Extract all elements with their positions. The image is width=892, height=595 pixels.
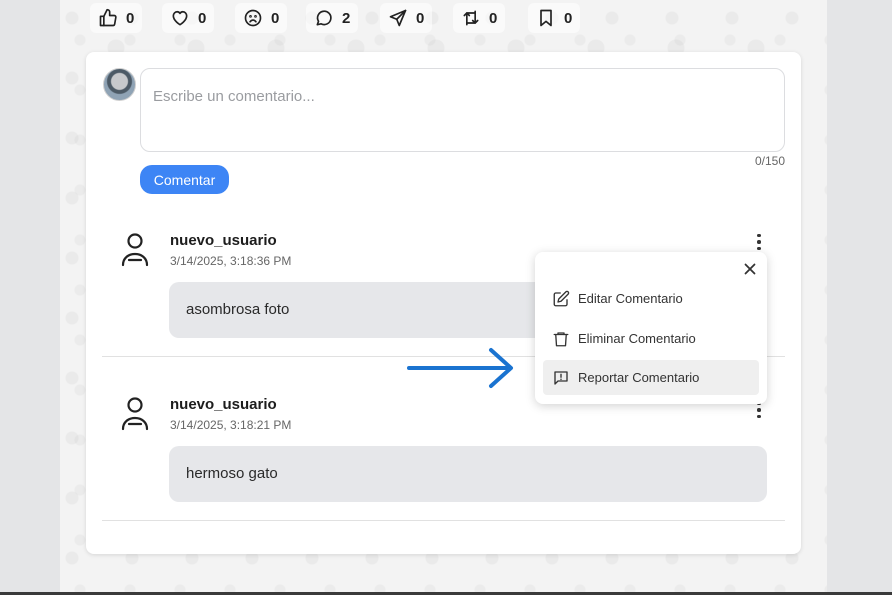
- heart-icon: [172, 10, 188, 26]
- bookmark-count: 0: [564, 9, 573, 27]
- current-user-avatar: [103, 68, 136, 101]
- share-count: 0: [416, 9, 425, 27]
- comment-options-menu: Editar Comentario Eliminar Comentario Re…: [535, 252, 767, 404]
- comment-author[interactable]: nuevo_usuario: [170, 396, 277, 413]
- user-icon: [120, 232, 150, 268]
- repost-button[interactable]: 0: [453, 3, 506, 33]
- dot: [757, 414, 761, 419]
- bookmark-button[interactable]: 0: [528, 3, 581, 33]
- dot: [757, 408, 761, 412]
- like-button[interactable]: 0: [90, 3, 143, 33]
- send-icon: [389, 9, 407, 27]
- like-count: 0: [126, 9, 135, 27]
- comment-divider: [102, 520, 785, 521]
- love-count: 0: [198, 9, 207, 27]
- comment-timestamp: 3/14/2025, 3:18:21 PM: [170, 418, 292, 432]
- dot: [757, 240, 761, 244]
- dot: [757, 233, 761, 238]
- repost-icon: [463, 10, 479, 26]
- comment-text: hermoso gato: [169, 446, 767, 502]
- comment-author[interactable]: nuevo_usuario: [170, 232, 277, 249]
- comment-input[interactable]: [140, 68, 785, 152]
- menu-item-label: Editar Comentario: [578, 291, 683, 306]
- delete-comment-menu-item[interactable]: Eliminar Comentario: [543, 321, 759, 356]
- thumbs-up-icon: [99, 8, 117, 27]
- sad-button[interactable]: 0: [235, 3, 288, 33]
- character-counter: 0/150: [754, 154, 785, 168]
- share-button[interactable]: 0: [380, 3, 433, 33]
- comment-timestamp: 3/14/2025, 3:18:36 PM: [170, 254, 292, 268]
- close-menu-button[interactable]: [741, 260, 759, 278]
- bookmark-icon: [540, 9, 552, 27]
- close-icon: [744, 263, 756, 275]
- comments-count: 2: [342, 9, 351, 27]
- trash-icon: [553, 331, 569, 346]
- report-icon: [554, 370, 568, 385]
- user-icon: [120, 396, 150, 432]
- comment-item: nuevo_usuario 3/14/2025, 3:18:21 PM herm…: [102, 396, 785, 506]
- dot: [757, 246, 761, 251]
- comments-button[interactable]: 2: [306, 3, 359, 33]
- menu-item-label: Eliminar Comentario: [578, 331, 696, 346]
- love-button[interactable]: 0: [162, 3, 215, 33]
- menu-item-label: Reportar Comentario: [578, 370, 700, 385]
- comment-options-button[interactable]: [751, 232, 767, 252]
- annotation-arrow-icon: [407, 348, 513, 388]
- submit-comment-button[interactable]: Comentar: [140, 165, 229, 194]
- comment-bubble-icon: [316, 10, 332, 26]
- edit-icon: [553, 290, 570, 306]
- repost-count: 0: [489, 9, 498, 27]
- sad-face-icon: [244, 9, 262, 27]
- report-comment-menu-item[interactable]: Reportar Comentario: [543, 360, 759, 395]
- edit-comment-menu-item[interactable]: Editar Comentario: [543, 281, 759, 316]
- sad-count: 0: [271, 9, 280, 27]
